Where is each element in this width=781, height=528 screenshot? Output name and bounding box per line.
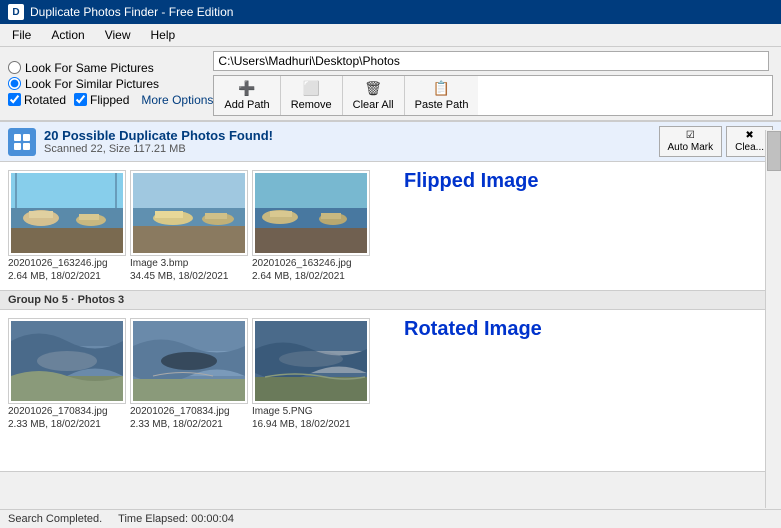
scrollbar[interactable] xyxy=(765,130,781,508)
title-bar: D Duplicate Photos Finder - Free Edition xyxy=(0,0,781,24)
status-bar: Search Completed. Time Elapsed: 00:00:04 xyxy=(0,509,781,528)
result-info: 20 Possible Duplicate Photos Found! Scan… xyxy=(44,128,651,155)
image-card-inner-2-2 xyxy=(130,318,248,404)
image-group-2: 20201026_170834.jpg 2.33 MB, 18/02/2021 xyxy=(0,310,781,438)
title-bar-text: Duplicate Photos Finder - Free Edition xyxy=(30,5,233,19)
radio-similar-input[interactable] xyxy=(8,77,21,90)
scrollbar-thumb[interactable] xyxy=(767,131,781,171)
check-flipped[interactable]: Flipped xyxy=(74,93,129,107)
menu-view[interactable]: View xyxy=(97,26,139,44)
clear-all-button[interactable]: 🗑 Clear All xyxy=(343,76,405,115)
add-path-icon: ➕ xyxy=(238,80,255,97)
similar-pictures-label: Look For Similar Pictures xyxy=(25,77,159,91)
menu-action[interactable]: Action xyxy=(43,26,92,44)
annotation-flipped: Flipped Image xyxy=(374,170,568,193)
remove-icon: ⬜ xyxy=(302,80,319,97)
clear-icon: ✖ xyxy=(745,130,753,141)
status-text: Search Completed. xyxy=(8,513,102,525)
result-subtitle: Scanned 22, Size 117.21 MB xyxy=(44,143,651,155)
auto-mark-button[interactable]: ☑ Auto Mark xyxy=(659,126,723,157)
image-card-inner-1-1 xyxy=(8,170,126,256)
remove-button[interactable]: ⬜ Remove xyxy=(281,76,343,115)
image-size-1-2: 34.45 MB, 18/02/2021 xyxy=(130,271,228,282)
time-elapsed: Time Elapsed: 00:00:04 xyxy=(118,513,234,525)
path-row xyxy=(213,51,773,71)
image-card-2-1: 20201026_170834.jpg 2.33 MB, 18/02/2021 xyxy=(8,318,126,430)
image-thumb-2-1 xyxy=(11,321,123,401)
radio-same-input[interactable] xyxy=(8,61,21,74)
paste-path-icon: 📋 xyxy=(433,80,450,97)
auto-mark-icon: ☑ xyxy=(686,130,695,141)
flipped-label: Flipped xyxy=(90,93,129,107)
path-input[interactable] xyxy=(213,51,769,71)
result-actions: ☑ Auto Mark ✖ Clea... xyxy=(659,126,773,157)
image-card-inner-2-3 xyxy=(252,318,370,404)
image-card-inner-1-3 xyxy=(252,170,370,256)
image-filename-2-2: 20201026_170834.jpg xyxy=(130,406,230,417)
result-icon xyxy=(8,128,36,156)
image-card-1-3: 20201026_163246.jpg 2.64 MB, 18/02/2021 xyxy=(252,170,370,282)
check-options-row: Rotated Flipped More Options xyxy=(8,93,213,107)
paste-path-label: Paste Path xyxy=(415,99,469,111)
image-thumb-2-3 xyxy=(255,321,367,401)
image-card-1-1: 20201026_163246.jpg 2.64 MB, 18/02/2021 xyxy=(8,170,126,282)
main-content[interactable]: 20201026_163246.jpg 2.64 MB, 18/02/2021 xyxy=(0,162,781,472)
toolbar-buttons: ➕ Add Path ⬜ Remove 🗑 Clear All 📋 Paste … xyxy=(213,75,773,116)
search-options: Look For Same Pictures Look For Similar … xyxy=(8,61,213,107)
image-card-2-3: Image 5.PNG 16.94 MB, 18/02/2021 xyxy=(252,318,370,430)
menu-help[interactable]: Help xyxy=(143,26,184,44)
auto-mark-label: Auto Mark xyxy=(668,142,714,153)
annotation-rotated: Rotated Image xyxy=(374,318,572,341)
add-path-label: Add Path xyxy=(224,99,269,111)
result-title: 20 Possible Duplicate Photos Found! xyxy=(44,128,651,143)
result-header: 20 Possible Duplicate Photos Found! Scan… xyxy=(0,121,781,162)
more-options-link[interactable]: More Options xyxy=(141,93,213,107)
image-group-1: 20201026_163246.jpg 2.64 MB, 18/02/2021 xyxy=(0,162,781,290)
image-card-1-2: Image 3.bmp 34.45 MB, 18/02/2021 xyxy=(130,170,248,282)
image-thumb-1-3 xyxy=(255,173,367,253)
image-filename-2-1: 20201026_170834.jpg xyxy=(8,406,108,417)
check-rotated[interactable]: Rotated xyxy=(8,93,66,107)
image-card-2-2: 20201026_170834.jpg 2.33 MB, 18/02/2021 xyxy=(130,318,248,430)
radio-same-pictures[interactable]: Look For Same Pictures xyxy=(8,61,213,75)
image-card-inner-1-2 xyxy=(130,170,248,256)
image-size-2-2: 2.33 MB, 18/02/2021 xyxy=(130,419,223,430)
top-panel: Look For Same Pictures Look For Similar … xyxy=(0,47,781,121)
check-rotated-input[interactable] xyxy=(8,93,21,106)
image-filename-1-2: Image 3.bmp xyxy=(130,258,188,269)
radio-similar-pictures[interactable]: Look For Similar Pictures xyxy=(8,77,213,91)
image-thumb-1-2 xyxy=(133,173,245,253)
image-size-2-1: 2.33 MB, 18/02/2021 xyxy=(8,419,101,430)
menu-file[interactable]: File xyxy=(4,26,39,44)
check-flipped-input[interactable] xyxy=(74,93,87,106)
paste-path-button[interactable]: 📋 Paste Path xyxy=(405,76,479,115)
image-size-1-3: 2.64 MB, 18/02/2021 xyxy=(252,271,345,282)
remove-label: Remove xyxy=(291,99,332,111)
clear-all-icon: 🗑 xyxy=(364,80,382,97)
clear-all-label: Clear All xyxy=(353,99,394,111)
menu-bar: File Action View Help xyxy=(0,24,781,47)
image-filename-1-1: 20201026_163246.jpg xyxy=(8,258,108,269)
rotated-label: Rotated xyxy=(24,93,66,107)
app-icon: D xyxy=(8,4,24,20)
same-pictures-label: Look For Same Pictures xyxy=(25,61,154,75)
image-thumb-2-2 xyxy=(133,321,245,401)
image-size-1-1: 2.64 MB, 18/02/2021 xyxy=(8,271,101,282)
path-panel: ➕ Add Path ⬜ Remove 🗑 Clear All 📋 Paste … xyxy=(213,51,773,116)
image-size-2-3: 16.94 MB, 18/02/2021 xyxy=(252,419,350,430)
image-filename-1-3: 20201026_163246.jpg xyxy=(252,258,352,269)
image-filename-2-3: Image 5.PNG xyxy=(252,406,313,417)
image-thumb-1-1 xyxy=(11,173,123,253)
group-header-2: Group No 5 · Photos 3 xyxy=(0,290,781,310)
clear-label: Clea... xyxy=(735,142,764,153)
image-card-inner-2-1 xyxy=(8,318,126,404)
add-path-button[interactable]: ➕ Add Path xyxy=(214,76,280,115)
